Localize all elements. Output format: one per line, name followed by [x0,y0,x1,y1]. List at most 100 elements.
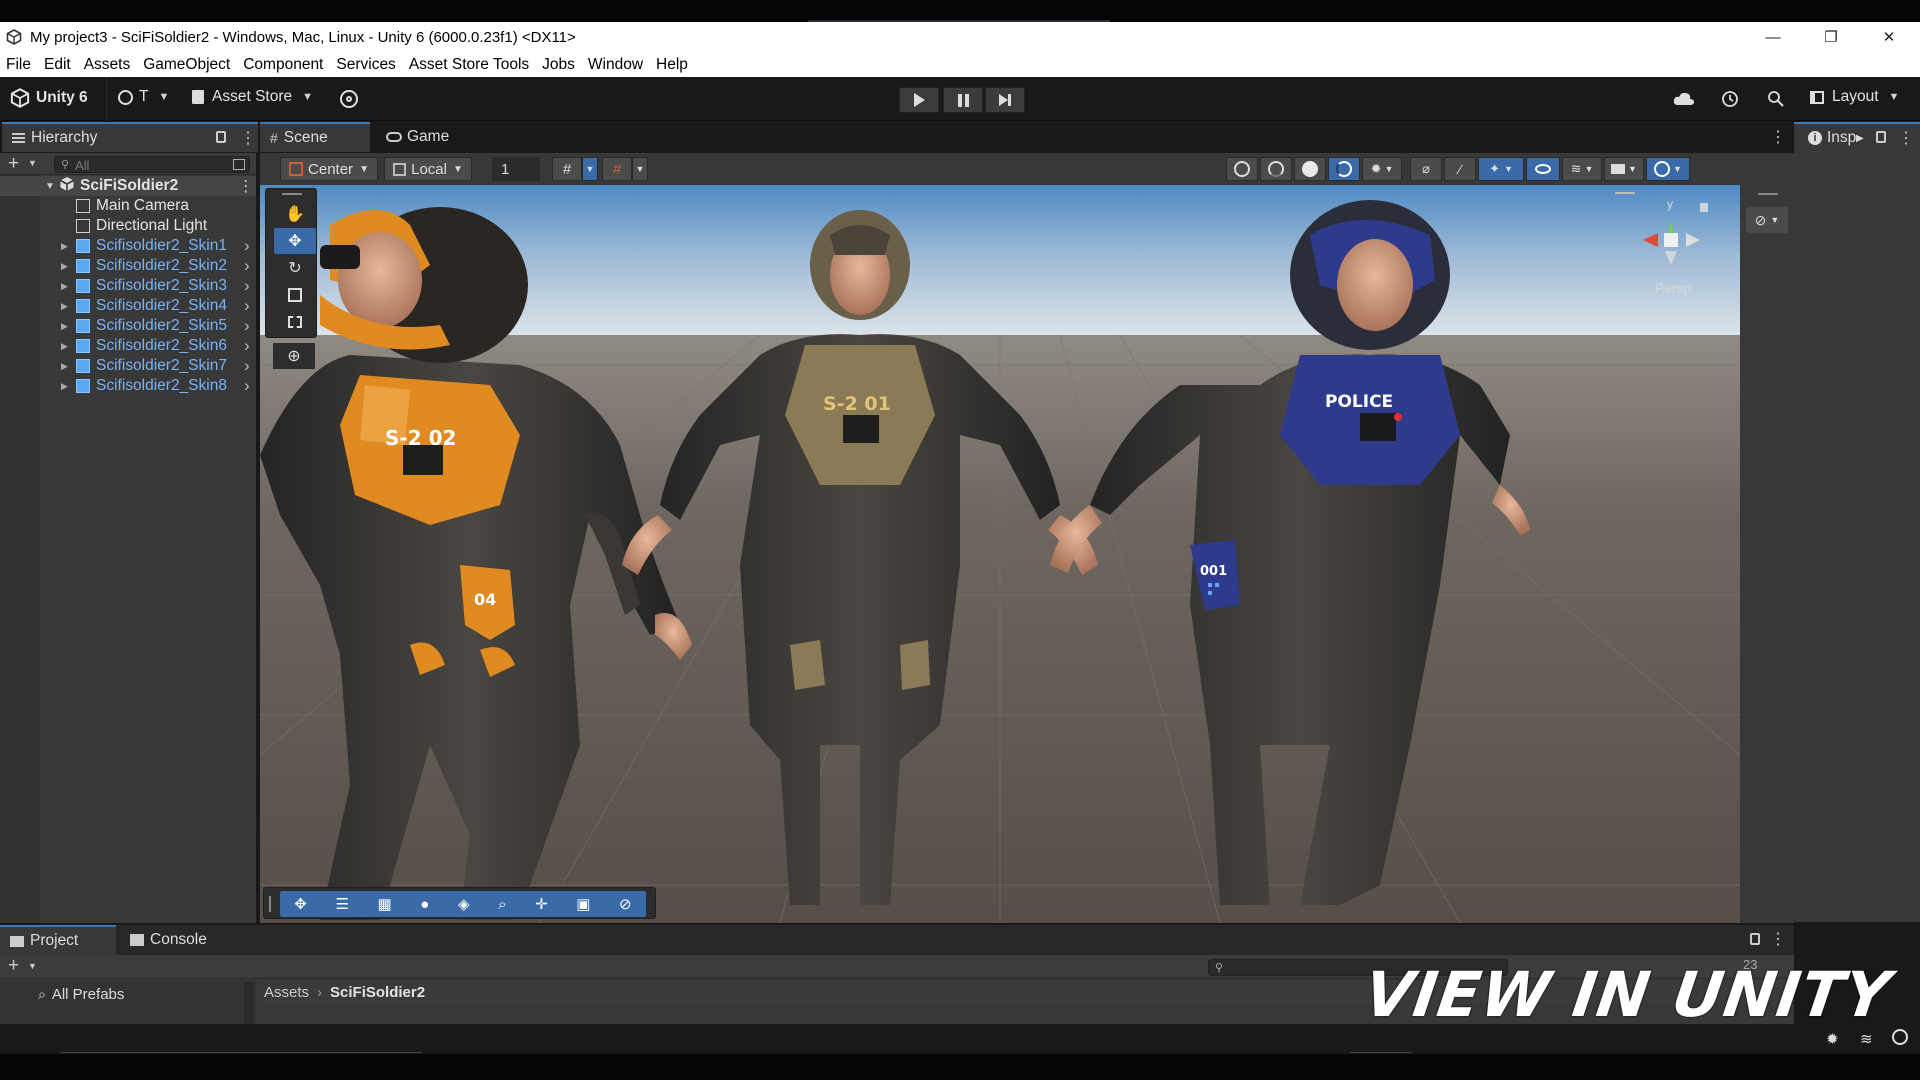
scene-visibility-toggle[interactable] [1526,157,1560,181]
transform-tool[interactable]: ⊕ [273,343,315,369]
tab-project[interactable]: Project [0,925,116,955]
kebab-menu-icon[interactable]: ⋮ [1770,127,1786,147]
kebab-menu-icon[interactable]: ⋮ [240,128,256,148]
add-icon[interactable]: + [8,955,19,977]
scrollbar[interactable] [244,982,254,1024]
tab-game[interactable]: Game [376,122,466,152]
hierarchy-item[interactable]: Directional Light [0,216,256,236]
hierarchy-item[interactable]: ▶ Scifisoldier2_Skin1 › [0,236,256,256]
camera-settings-dropdown[interactable]: ▼ [1604,157,1644,181]
increment-snap-menu[interactable]: ▼ [632,157,648,181]
restore-button[interactable]: ❐ [1802,22,1860,52]
search-icon[interactable] [1764,88,1788,110]
expand-triangle-icon[interactable]: ▶ [61,261,68,272]
hierarchy-item[interactable]: Main Camera [0,196,256,216]
effects-dropdown[interactable]: ✦ ▼ [1478,157,1524,181]
align-icon[interactable]: ☰ [335,895,348,913]
chevron-down-icon[interactable]: ▼ [28,158,37,168]
lock-icon[interactable] [1876,131,1886,143]
cloud-icon[interactable] [1672,88,1696,110]
scene-viewport[interactable]: S-2 02 04 S-2 01 POLICE 001 Persp y ✋ ✥ … [260,185,1740,923]
expand-triangle-icon[interactable]: ▶ [61,301,68,312]
menu-gameobject[interactable]: GameObject [143,56,230,74]
unity-button[interactable]: Unity 6 [10,88,88,108]
layout-dropdown[interactable]: Layout ▼ [1810,88,1899,106]
expand-triangle-icon[interactable]: ▶ [61,241,68,252]
menu-window[interactable]: Window [588,56,643,74]
chevron-right-icon[interactable]: › [244,256,250,276]
menu-help[interactable]: Help [656,56,688,74]
grid-snap-menu[interactable]: ▼ [582,157,598,181]
layers-dropdown[interactable]: ≋ ▼ [1562,157,1602,181]
menu-assets[interactable]: Assets [84,56,131,74]
bug-icon[interactable]: ✹ [1826,1030,1839,1048]
check-circle-icon[interactable] [1892,1029,1908,1045]
tab-inspector[interactable]: i Insp ▶ ⋮ [1794,122,1920,152]
expand-triangle-icon[interactable]: ▶ [61,281,68,292]
expand-triangle-icon[interactable]: ▶ [61,341,68,352]
chevron-right-icon[interactable]: › [244,376,250,396]
sphere-icon[interactable]: ● [420,896,429,913]
grid-snap-toggle[interactable]: # [552,157,582,181]
layers-icon[interactable]: ≋ [1860,1030,1873,1048]
scale-tool[interactable] [274,282,316,308]
chevron-right-icon[interactable]: › [244,296,250,316]
breadcrumb-scifisoldier2[interactable]: SciFiSoldier2 [330,984,425,1001]
pause-button[interactable] [943,87,983,113]
rotate-tool[interactable]: ↻ [274,255,316,281]
camera-icon[interactable]: ▣ [576,895,590,913]
asset-store-button[interactable]: Asset Store ▼ [192,88,313,106]
hierarchy-item[interactable]: ▶ Scifisoldier2_Skin7 › [0,356,256,376]
chevron-right-icon[interactable]: ▶ [1856,133,1864,144]
hierarchy-item[interactable]: ▶ Scifisoldier2_Skin3 › [0,276,256,296]
draw-mode-toggle[interactable] [1226,157,1258,181]
chevron-right-icon[interactable]: › [244,316,250,336]
hierarchy-item[interactable]: ▶ Scifisoldier2_Skin4 › [0,296,256,316]
tab-hierarchy[interactable]: Hierarchy ⋮ [2,122,258,152]
history-icon[interactable] [1718,88,1742,110]
kebab-menu-icon[interactable]: ⋮ [238,177,254,196]
menu-jobs[interactable]: Jobs [542,56,575,74]
hand-tool[interactable]: ✋ [274,201,316,227]
search-filter-icon[interactable] [233,159,245,170]
tab-console[interactable]: Console [120,925,230,955]
chevron-right-icon[interactable]: › [244,236,250,256]
increment-snap-toggle[interactable]: # [602,157,632,181]
grid-size-input[interactable]: 1 [492,157,540,181]
minimize-button[interactable]: — [1744,22,1802,52]
menu-services[interactable]: Services [336,56,395,74]
rect-tool[interactable] [274,309,316,335]
lock-icon[interactable] [1750,933,1760,945]
pivot-icon[interactable]: ✛ [535,895,548,913]
add-icon[interactable]: + [8,153,19,175]
layers-icon[interactable]: ◈ [458,895,470,913]
expand-triangle-icon[interactable]: ▶ [61,361,68,372]
grid-icon[interactable]: ▦ [378,895,392,913]
menu-edit[interactable]: Edit [44,56,71,74]
pivot-mode-dropdown[interactable]: Center ▼ [280,157,378,181]
breadcrumb-assets[interactable]: Assets [264,984,309,1001]
hierarchy-item[interactable]: ▶ Scifisoldier2_Skin5 › [0,316,256,336]
step-button[interactable] [985,87,1025,113]
2d-toggle[interactable] [1260,157,1292,181]
overlay-menu-button[interactable]: ⊘ ▼ [1746,207,1788,233]
lighting-toggle[interactable] [1328,157,1360,181]
hierarchy-item[interactable]: ▶ Scifisoldier2_Skin6 › [0,336,256,356]
pivot-rotation-dropdown[interactable]: Local ▼ [384,157,472,181]
tab-scene[interactable]: # Scene [260,122,370,152]
chevron-right-icon[interactable]: › [244,356,250,376]
search-icon[interactable]: ⌕ [498,896,506,913]
kebab-menu-icon[interactable]: ⋮ [1770,929,1786,949]
expand-triangle-icon[interactable]: ▶ [61,381,68,392]
expand-triangle-icon[interactable]: ▼ [45,181,55,192]
move-tool[interactable]: ✥ [274,228,316,254]
cloud-services-icon[interactable] [340,90,358,108]
expand-triangle-icon[interactable]: ▶ [61,321,68,332]
close-button[interactable]: ✕ [1860,22,1918,52]
fx-toggle[interactable]: ⁄ [1444,157,1476,181]
hierarchy-search-input[interactable]: ⚲ All [54,156,250,173]
play-button[interactable] [899,87,939,113]
chevron-right-icon[interactable]: › [244,276,250,296]
debug-draw-dropdown[interactable]: ✹ ▼ [1362,157,1402,181]
chevron-right-icon[interactable]: › [244,336,250,356]
